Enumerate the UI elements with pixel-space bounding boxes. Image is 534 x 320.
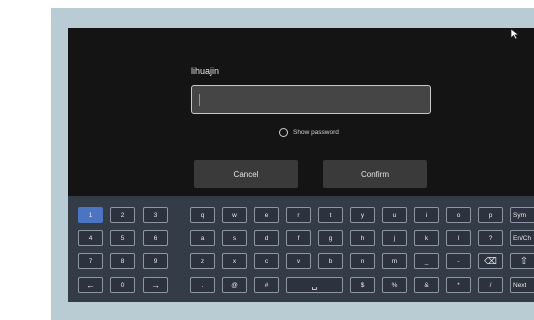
key-2[interactable]: 2: [110, 207, 135, 223]
key-period[interactable]: .: [190, 277, 215, 293]
key-k[interactable]: k: [414, 230, 439, 246]
show-password-label: Show password: [293, 129, 339, 136]
key-hash[interactable]: #: [254, 277, 279, 293]
key-percent[interactable]: %: [382, 277, 407, 293]
key-s[interactable]: s: [222, 230, 247, 246]
key-ampersand[interactable]: &: [414, 277, 439, 293]
key-r[interactable]: r: [286, 207, 311, 223]
key-p[interactable]: p: [478, 207, 503, 223]
key-y[interactable]: y: [350, 207, 375, 223]
key-5[interactable]: 5: [110, 230, 135, 246]
password-input[interactable]: [191, 85, 431, 114]
cancel-button[interactable]: Cancel: [194, 160, 298, 188]
onscreen-keyboard: 1 2 3 4 5 6 7 8 9 ← 0 → q w e r t y u i …: [68, 196, 534, 302]
key-dollar[interactable]: $: [350, 277, 375, 293]
key-m[interactable]: m: [382, 253, 407, 269]
key-1[interactable]: 1: [78, 207, 103, 223]
key-4[interactable]: 4: [78, 230, 103, 246]
key-w[interactable]: w: [222, 207, 247, 223]
key-h[interactable]: h: [350, 230, 375, 246]
key-8[interactable]: 8: [110, 253, 135, 269]
text-caret: [199, 94, 200, 106]
key-l[interactable]: l: [446, 230, 471, 246]
key-u[interactable]: u: [382, 207, 407, 223]
key-at[interactable]: @: [222, 277, 247, 293]
key-v[interactable]: v: [286, 253, 311, 269]
key-asterisk[interactable]: *: [446, 277, 471, 293]
key-q[interactable]: q: [190, 207, 215, 223]
arrow-right-key[interactable]: →: [143, 277, 168, 293]
shift-key[interactable]: ⇧: [510, 253, 534, 269]
arrow-left-key[interactable]: ←: [78, 277, 103, 293]
symbols-key[interactable]: Sym: [510, 207, 534, 223]
key-o[interactable]: o: [446, 207, 471, 223]
key-slash[interactable]: /: [478, 277, 503, 293]
key-6[interactable]: 6: [143, 230, 168, 246]
key-i[interactable]: i: [414, 207, 439, 223]
key-9[interactable]: 9: [143, 253, 168, 269]
key-0[interactable]: 0: [110, 277, 135, 293]
radio-button[interactable]: [279, 128, 288, 137]
key-3[interactable]: 3: [143, 207, 168, 223]
key-a[interactable]: a: [190, 230, 215, 246]
key-b[interactable]: b: [318, 253, 343, 269]
key-underscore[interactable]: _: [414, 253, 439, 269]
key-x[interactable]: x: [222, 253, 247, 269]
key-e[interactable]: e: [254, 207, 279, 223]
key-t[interactable]: t: [318, 207, 343, 223]
key-z[interactable]: z: [190, 253, 215, 269]
next-key[interactable]: Next: [510, 277, 534, 293]
language-switch-key[interactable]: En/Ch: [510, 230, 534, 246]
confirm-button[interactable]: Confirm: [323, 160, 427, 188]
key-d[interactable]: d: [254, 230, 279, 246]
key-question[interactable]: ?: [478, 230, 503, 246]
key-g[interactable]: g: [318, 230, 343, 246]
backspace-key[interactable]: ⌫: [478, 253, 503, 269]
username-label: lihuajin: [191, 66, 220, 76]
key-7[interactable]: 7: [78, 253, 103, 269]
space-key[interactable]: ␣: [286, 277, 343, 293]
key-j[interactable]: j: [382, 230, 407, 246]
key-hyphen[interactable]: -: [446, 253, 471, 269]
key-n[interactable]: n: [350, 253, 375, 269]
mouse-pointer-icon: [510, 28, 520, 40]
show-password-toggle[interactable]: Show password: [279, 128, 339, 137]
key-f[interactable]: f: [286, 230, 311, 246]
key-c[interactable]: c: [254, 253, 279, 269]
